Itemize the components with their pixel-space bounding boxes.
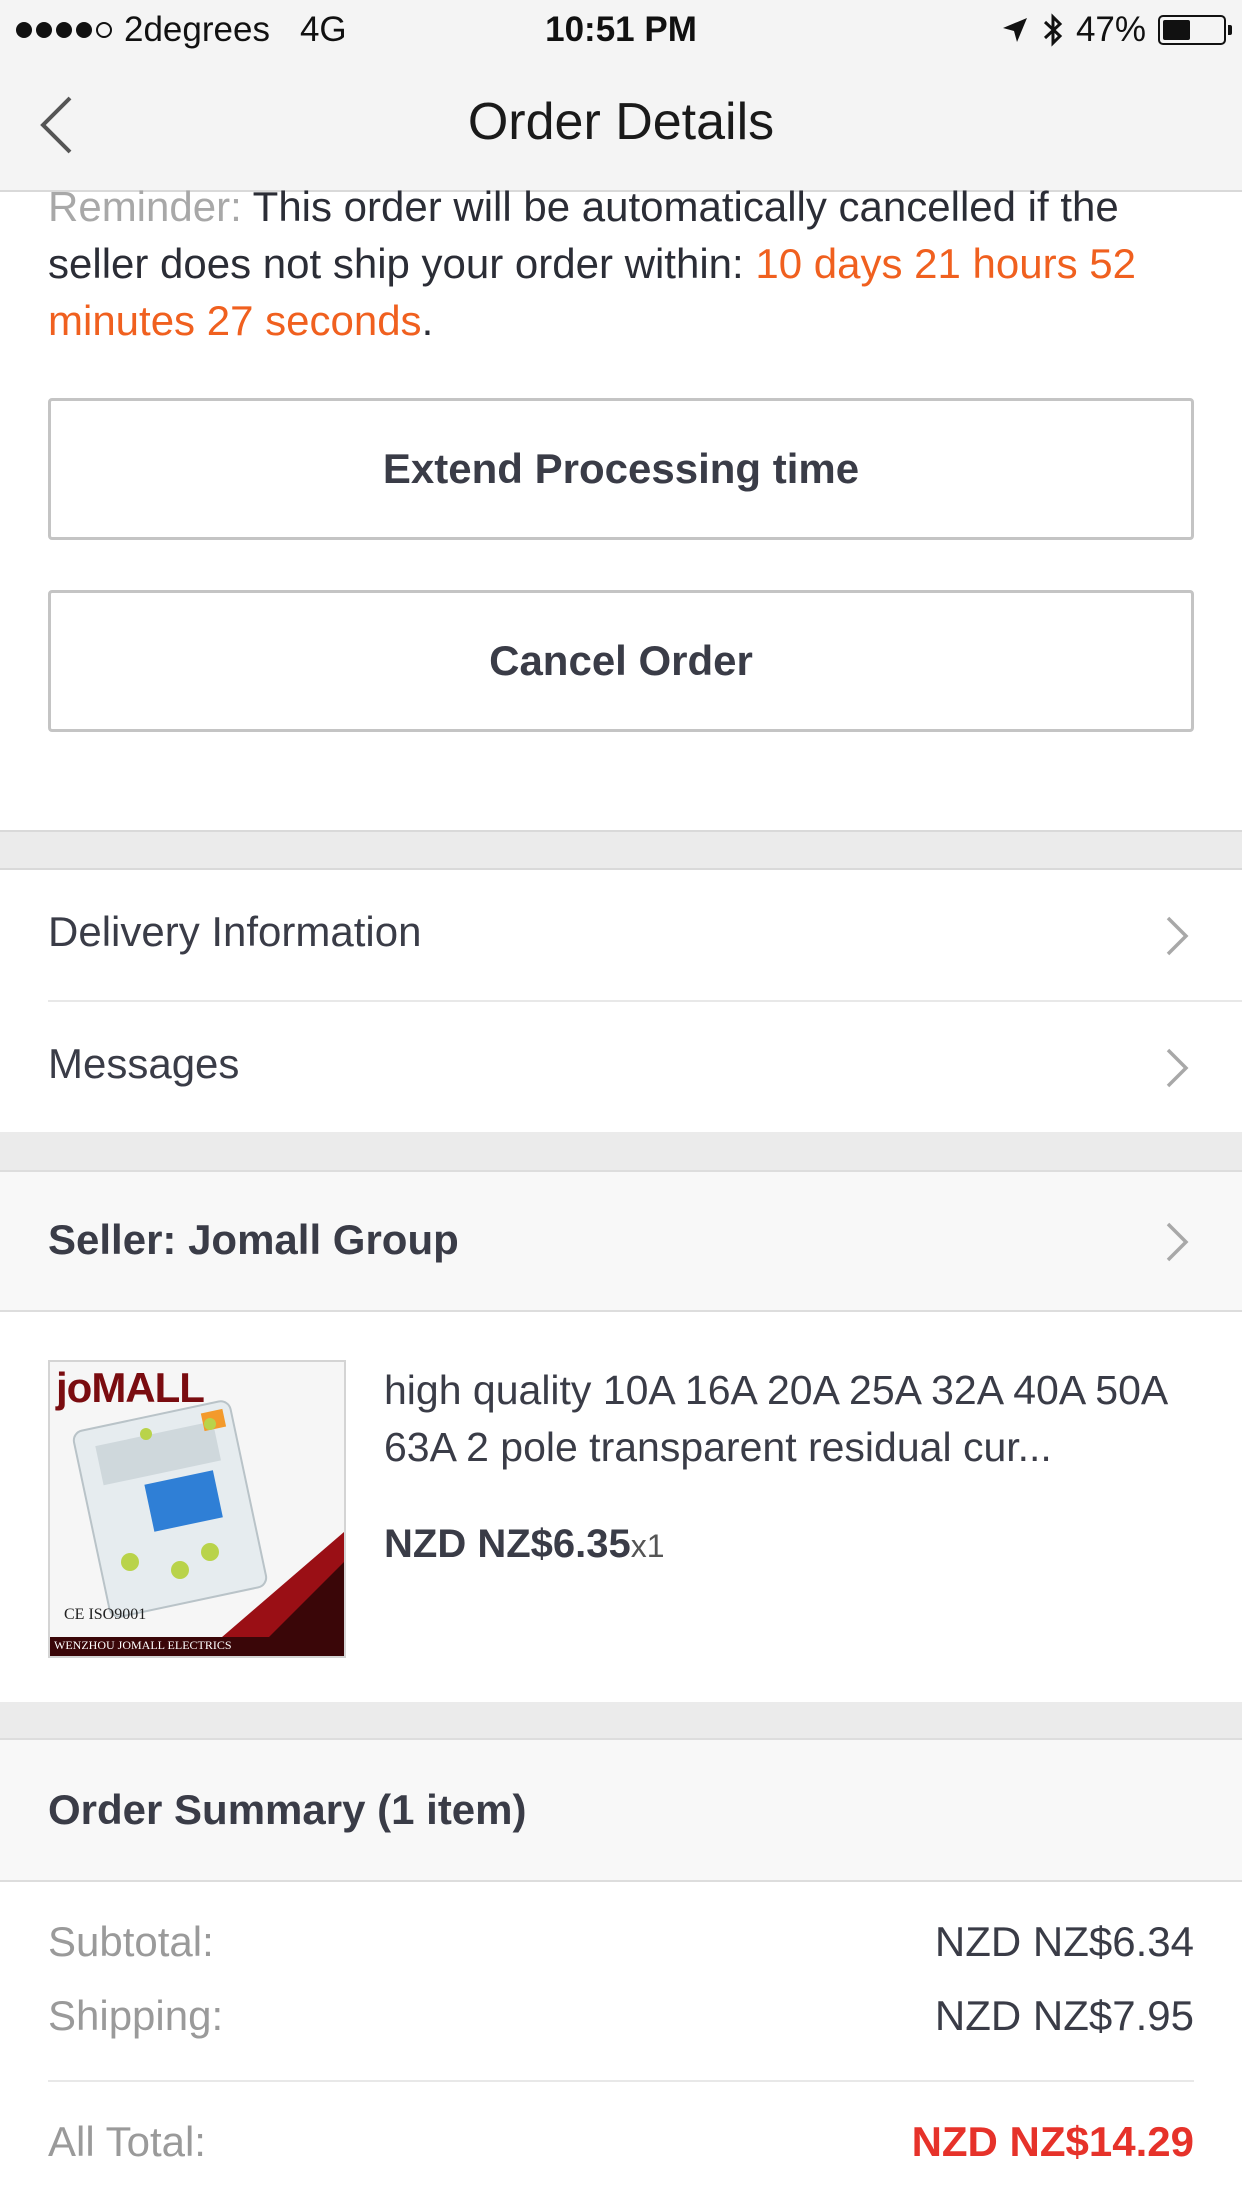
product-price-value: NZD NZ$6.35: [384, 1522, 631, 1566]
order-summary-title: Order Summary (1 item): [48, 1786, 527, 1833]
status-bar: 2degrees 4G 10:51 PM 47%: [0, 0, 1242, 62]
product-thumbnail[interactable]: joMALL CE ISO9001 WENZHOU JOMALL ELECTRI…: [48, 1360, 346, 1658]
summary-divider: [48, 2080, 1194, 2082]
product-item[interactable]: joMALL CE ISO9001 WENZHOU JOMALL ELECTRI…: [0, 1312, 1242, 1702]
brand-logo: joMALL: [56, 1364, 205, 1411]
chevron-right-icon: [1166, 1222, 1189, 1262]
total-label: All Total:: [48, 2118, 206, 2165]
company-watermark: WENZHOU JOMALL ELECTRICS: [54, 1638, 232, 1652]
reminder-label: Reminder:: [48, 183, 242, 230]
reminder-text: Reminder: This order will be automatical…: [48, 178, 1198, 349]
shipping-line: Shipping: NZD NZ$7.95: [48, 1992, 1194, 2040]
chevron-right-icon: [1166, 1048, 1189, 1088]
bluetooth-icon: [1043, 13, 1063, 47]
shipping-label: Shipping:: [48, 1992, 224, 2039]
status-right: 47%: [1000, 10, 1232, 50]
page-title: Order Details: [467, 93, 775, 151]
delivery-information-row[interactable]: Delivery Information: [0, 870, 1242, 1000]
section-separator: [0, 830, 1242, 870]
battery-percent: 47%: [1075, 10, 1146, 49]
certification-marks: CE ISO9001: [64, 1606, 147, 1623]
messages-row[interactable]: Messages: [0, 1002, 1242, 1132]
location-arrow-icon: [1002, 18, 1027, 42]
subtotal-label: Subtotal:: [48, 1918, 214, 1965]
section-separator: [0, 1132, 1242, 1170]
total-value: NZD NZ$14.29: [911, 2118, 1194, 2165]
subtotal-line: Subtotal: NZD NZ$6.34: [48, 1918, 1194, 1966]
shipping-value: NZD NZ$7.95: [934, 1992, 1194, 2039]
order-summary-header: Order Summary (1 item): [0, 1738, 1242, 1882]
seller-row[interactable]: Seller: Jomall Group: [0, 1170, 1242, 1312]
messages-label: Messages: [48, 1040, 240, 1087]
product-quantity: x1: [630, 1528, 665, 1564]
product-price: NZD NZ$6.35x1: [384, 1522, 665, 1567]
battery-icon: [1158, 15, 1232, 45]
product-title[interactable]: high quality 10A 16A 20A 25A 32A 40A 50A…: [384, 1362, 1194, 1476]
cancel-order-button[interactable]: Cancel Order: [48, 590, 1194, 732]
extend-processing-time-button[interactable]: Extend Processing time: [48, 398, 1194, 540]
reminder-end: .: [421, 297, 434, 344]
nav-bar: Order Details: [0, 62, 1242, 192]
delivery-information-label: Delivery Information: [48, 908, 422, 955]
section-separator: [0, 1702, 1242, 1738]
total-line: All Total: NZD NZ$14.29: [48, 2118, 1194, 2166]
chevron-right-icon: [1166, 916, 1189, 956]
subtotal-value: NZD NZ$6.34: [934, 1918, 1194, 1965]
seller-name: Seller: Jomall Group: [48, 1216, 459, 1263]
